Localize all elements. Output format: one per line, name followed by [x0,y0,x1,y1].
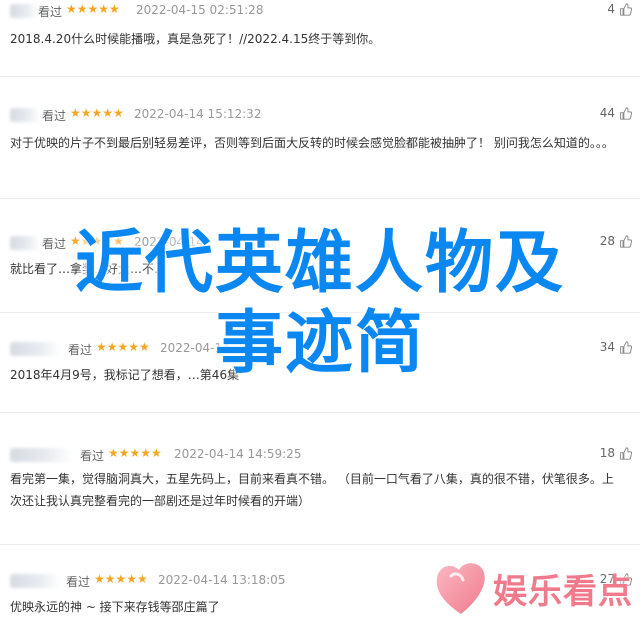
blurred-username [10,4,38,18]
watch-status: 看过 [66,575,91,589]
thumbs-up-icon[interactable] [619,446,632,460]
watch-status: 看过 [42,109,67,123]
review-date: 2022-04-15 02:51:28 [136,3,264,17]
thumbs-up-icon[interactable] [619,2,632,16]
review-item: 看过 ★★★★★ 2022-04-15 02:51:28 4 2018.4.20… [0,0,640,60]
review-item: 看过 ★★★★★ 2022-04-14 14:59:25 18 看完第一集，觉得… [0,446,640,516]
review-meta: 看过 ★★★★★ 2022-04-15 02:51:28 4 [0,2,640,22]
divider [0,544,640,545]
overlay-title-line: 近代英雄人物及 [74,224,565,303]
divider [0,412,640,413]
like-count: 4 [607,2,615,16]
watermark-text: 娱乐看点 [493,572,633,612]
blurred-username [10,574,60,588]
overlay-title: 近代英雄人物及 事迹简 [0,224,640,384]
watch-status: 看过 [38,5,63,19]
like-count: 18 [599,446,615,460]
star-rating: ★★★★★ [66,2,120,16]
review-date: 2022-04-14 13:18:05 [158,573,286,587]
like-counter[interactable]: 4 [607,2,632,16]
watermark-logo: 娱乐看点 [433,556,633,620]
thumbs-up-icon[interactable] [619,106,632,120]
star-rating: ★★★★★ [94,572,148,586]
review-meta: 看过 ★★★★★ 2022-04-14 14:59:25 18 [0,446,640,466]
review-item: 看过 ★★★★★ 2022-04-14 15:12:32 44 对于优映的片子不… [0,106,640,186]
review-text: 看完第一集，觉得脑洞真大，五星先码上，目前来看真不错。 （目前一口气看了八集，真… [10,472,614,508]
like-counter[interactable]: 44 [600,106,632,120]
like-counter[interactable]: 18 [600,446,632,460]
pink-heart-blob-icon [436,563,485,614]
blurred-username [10,108,40,122]
star-rating: ★★★★★ [70,106,124,120]
review-date: 2022-04-14 14:59:25 [174,447,302,461]
review-date: 2022-04-14 15:12:32 [134,107,262,121]
divider [0,198,640,199]
overlay-title-line: 事迹简 [214,304,425,383]
review-meta: 看过 ★★★★★ 2022-04-14 15:12:32 44 [0,106,640,126]
review-text: 对于优映的片子不到最后别轻易差评，否则等到后面大反转的时候会感觉脸都能被抽肿了！… [10,136,614,150]
review-text: 2018.4.20什么时候能播哦，真是急死了！//2022.4.15终于等到你。 [10,32,381,46]
star-rating: ★★★★★ [108,446,162,460]
divider [0,76,640,77]
blurred-username [10,448,72,462]
like-count: 44 [599,106,615,120]
watch-status: 看过 [80,449,105,463]
